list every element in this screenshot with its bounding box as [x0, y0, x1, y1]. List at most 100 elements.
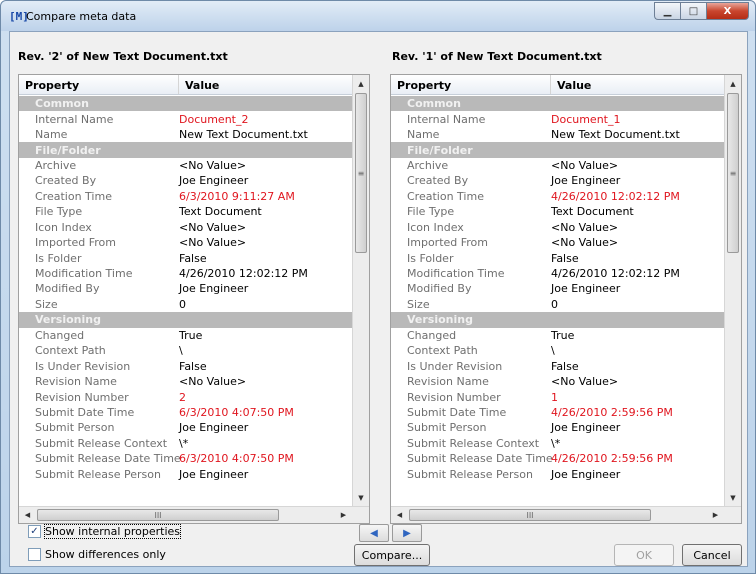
property-name: Icon Index: [407, 220, 464, 234]
left-vertical-scrollbar[interactable]: ▲ ≡ ▼: [352, 75, 369, 506]
scroll-down-icon[interactable]: ▼: [725, 489, 741, 506]
property-value: New Text Document.txt: [179, 128, 308, 142]
property-row[interactable]: Icon Index <No Value>: [391, 220, 724, 235]
cancel-button[interactable]: Cancel: [682, 544, 742, 566]
property-row[interactable]: Submit Release Context \*: [19, 436, 352, 451]
property-row[interactable]: Is Under Revision False: [391, 358, 724, 373]
show-internal-properties-checkbox[interactable]: ✓ Show internal properties: [28, 524, 182, 539]
property-row[interactable]: Context Path \: [391, 343, 724, 358]
value-column-header[interactable]: Value: [551, 75, 724, 94]
title-bar[interactable]: [M] Compare meta data ▁ □ X: [1, 1, 755, 31]
property-row[interactable]: Changed True: [19, 328, 352, 343]
scroll-left-icon[interactable]: ◀: [391, 507, 408, 523]
property-row[interactable]: Is Under Revision False: [19, 358, 352, 373]
left-property-grid[interactable]: Property Value Common Internal Name Docume…: [18, 74, 370, 524]
category-row[interactable]: Common: [391, 96, 724, 112]
property-value: 0: [179, 297, 186, 311]
property-row[interactable]: Revision Name <No Value>: [19, 374, 352, 389]
property-row[interactable]: Size 0: [19, 297, 352, 312]
property-row[interactable]: Is Folder False: [19, 250, 352, 265]
scroll-thumb[interactable]: ≡: [355, 93, 367, 253]
scroll-left-icon[interactable]: ◀: [19, 507, 36, 523]
property-row[interactable]: Submit Date Time 6/3/2010 4:07:50 PM: [19, 405, 352, 420]
property-value: \: [551, 344, 555, 358]
property-name: Modified By: [35, 282, 100, 296]
property-row[interactable]: Modified By Joe Engineer: [391, 281, 724, 296]
property-row[interactable]: Revision Number 1: [391, 389, 724, 404]
checkbox-checked-icon[interactable]: ✓: [28, 525, 41, 538]
property-row[interactable]: Created By Joe Engineer: [19, 173, 352, 188]
property-row[interactable]: File Type Text Document: [19, 204, 352, 219]
checkbox-unchecked-icon[interactable]: [28, 548, 41, 561]
category-row[interactable]: Versioning: [19, 312, 352, 328]
property-row[interactable]: Modified By Joe Engineer: [19, 281, 352, 296]
property-row[interactable]: Modification Time 4/26/2010 12:02:12 PM: [391, 266, 724, 281]
property-row[interactable]: Icon Index <No Value>: [19, 220, 352, 235]
category-row[interactable]: File/Folder: [19, 142, 352, 158]
property-value: <No Value>: [551, 158, 619, 172]
property-row[interactable]: File Type Text Document: [391, 204, 724, 219]
right-property-grid[interactable]: Property Value Common Internal Name Docume…: [390, 74, 742, 524]
property-row[interactable]: Submit Person Joe Engineer: [19, 420, 352, 435]
property-row[interactable]: Creation Time 6/3/2010 9:11:27 AM: [19, 189, 352, 204]
scroll-right-icon[interactable]: ▶: [707, 507, 724, 523]
property-row[interactable]: Is Folder False: [391, 250, 724, 265]
scroll-up-icon[interactable]: ▲: [353, 75, 369, 92]
property-row[interactable]: Submit Person Joe Engineer: [391, 420, 724, 435]
property-value: <No Value>: [179, 236, 247, 250]
property-row[interactable]: Internal Name Document_1: [391, 111, 724, 126]
scroll-down-icon[interactable]: ▼: [353, 489, 369, 506]
show-differences-only-checkbox[interactable]: Show differences only: [28, 548, 166, 561]
property-value: 6/3/2010 4:07:50 PM: [179, 405, 294, 419]
category-label: Common: [407, 97, 461, 111]
property-row[interactable]: Created By Joe Engineer: [391, 173, 724, 188]
property-row[interactable]: Submit Release Date Time 4/26/2010 2:59:5…: [391, 451, 724, 466]
scroll-up-icon[interactable]: ▲: [725, 75, 741, 92]
property-value: <No Value>: [551, 375, 619, 389]
category-row[interactable]: File/Folder: [391, 142, 724, 158]
scroll-thumb[interactable]: III: [37, 509, 279, 521]
property-row[interactable]: Submit Date Time 4/26/2010 2:59:56 PM: [391, 405, 724, 420]
property-column-header[interactable]: Property: [19, 75, 179, 94]
category-row[interactable]: Common: [19, 96, 352, 112]
property-row[interactable]: Modification Time 4/26/2010 12:02:12 PM: [19, 266, 352, 281]
property-name: Submit Date Time: [35, 405, 135, 419]
scroll-thumb[interactable]: III: [409, 509, 651, 521]
property-row[interactable]: Changed True: [391, 328, 724, 343]
property-row[interactable]: Imported From <No Value>: [391, 235, 724, 250]
property-name: Context Path: [407, 344, 478, 358]
minimize-button[interactable]: ▁: [654, 2, 680, 20]
property-row[interactable]: Size 0: [391, 297, 724, 312]
property-row[interactable]: Submit Release Person Joe Engineer: [19, 467, 352, 482]
property-row[interactable]: Name New Text Document.txt: [19, 127, 352, 142]
scroll-thumb[interactable]: ≡: [727, 93, 739, 253]
property-row[interactable]: Revision Number 2: [19, 389, 352, 404]
property-value: Joe Engineer: [551, 174, 621, 188]
property-column-header[interactable]: Property: [391, 75, 551, 94]
property-row[interactable]: Imported From <No Value>: [19, 235, 352, 250]
category-label: Versioning: [35, 313, 101, 327]
property-row[interactable]: Internal Name Document_2: [19, 111, 352, 126]
next-difference-button[interactable]: ▶: [392, 524, 422, 542]
property-row[interactable]: Submit Release Date Time 6/3/2010 4:07:50…: [19, 451, 352, 466]
property-row[interactable]: Archive <No Value>: [19, 158, 352, 173]
category-row[interactable]: Versioning: [391, 312, 724, 328]
right-horizontal-scrollbar[interactable]: ◀ III ▶: [391, 506, 741, 523]
left-horizontal-scrollbar[interactable]: ◀ III ▶: [19, 506, 369, 523]
ok-button[interactable]: OK: [614, 544, 674, 566]
property-row[interactable]: Revision Name <No Value>: [391, 374, 724, 389]
compare-button[interactable]: Compare...: [354, 544, 430, 566]
maximize-button[interactable]: □: [680, 2, 706, 20]
property-row[interactable]: Creation Time 4/26/2010 12:02:12 PM: [391, 189, 724, 204]
property-row[interactable]: Submit Release Person Joe Engineer: [391, 467, 724, 482]
previous-difference-button[interactable]: ◀: [359, 524, 389, 542]
value-column-header[interactable]: Value: [179, 75, 352, 94]
property-row[interactable]: Context Path \: [19, 343, 352, 358]
property-row[interactable]: Name New Text Document.txt: [391, 127, 724, 142]
property-row[interactable]: Archive <No Value>: [391, 158, 724, 173]
property-value: Joe Engineer: [551, 421, 621, 435]
close-button[interactable]: X: [706, 2, 749, 20]
property-row[interactable]: Submit Release Context \*: [391, 436, 724, 451]
right-vertical-scrollbar[interactable]: ▲ ≡ ▼: [724, 75, 741, 506]
scroll-right-icon[interactable]: ▶: [335, 507, 352, 523]
